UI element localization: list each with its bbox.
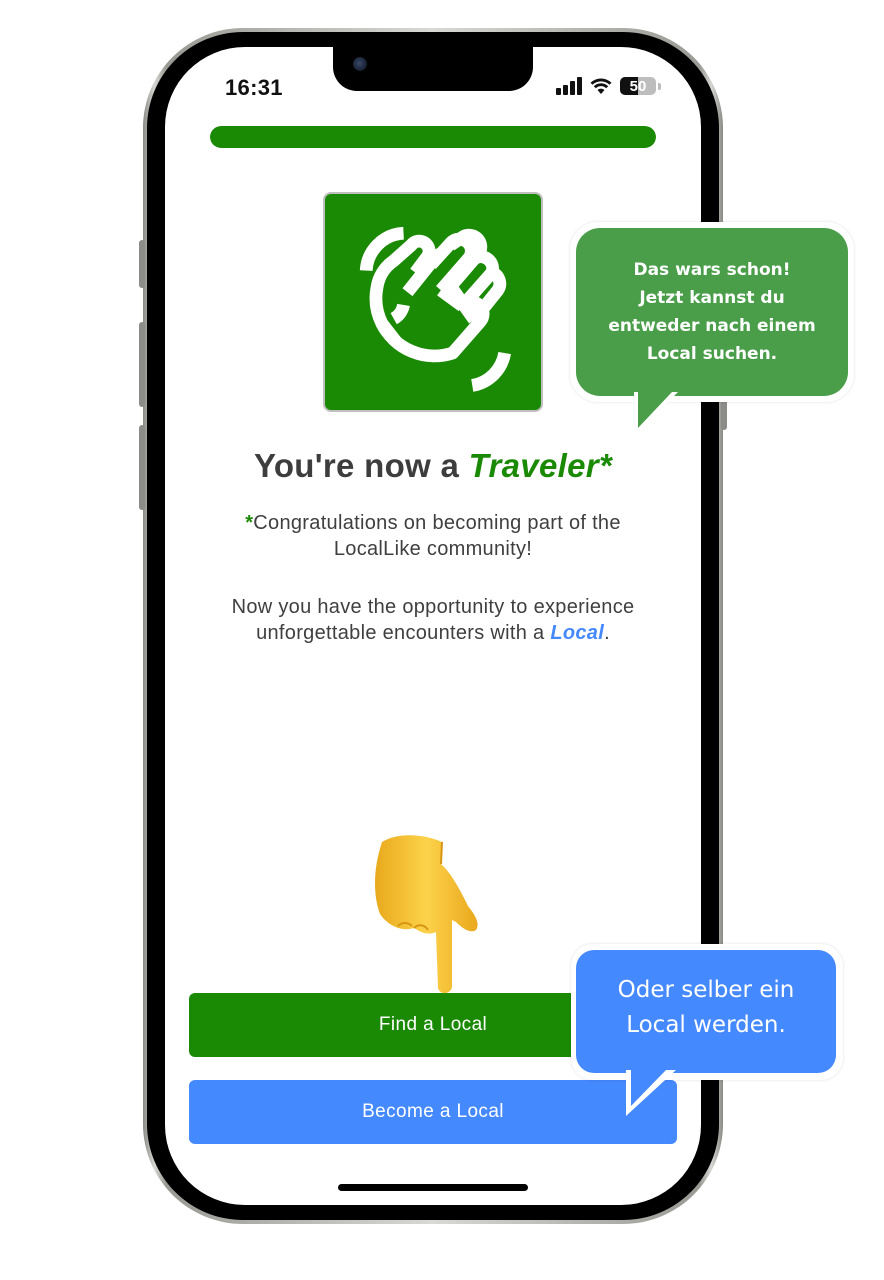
status-icons: 50 — [556, 77, 661, 95]
opportunity-text: Now you have the opportunity to experien… — [185, 594, 681, 646]
onboarding-progress-bar — [210, 126, 656, 148]
callout-line: Oder selber ein — [617, 976, 795, 1003]
callout-line: Jetzt kannst du — [639, 288, 785, 308]
callout-line: Local werden. — [626, 1011, 786, 1038]
opportunity-end: . — [604, 622, 610, 644]
front-camera — [353, 57, 367, 71]
battery-tip — [658, 82, 661, 90]
callout-line: Local suchen. — [646, 344, 778, 364]
headline-prefix: You're now a — [253, 447, 469, 484]
notch — [333, 47, 533, 91]
battery-percent: 50 — [629, 77, 647, 95]
app-logo — [323, 192, 543, 412]
wifi-icon — [590, 78, 612, 94]
callout-line: entweder nach einem — [608, 316, 816, 336]
status-time: 16:31 — [225, 75, 283, 100]
waving-hand-icon — [359, 226, 511, 392]
local-highlight: Local — [550, 622, 605, 644]
mute-switch — [139, 240, 145, 288]
become-a-local-button[interactable]: Become a Local — [189, 1080, 677, 1144]
callout-line: Das wars schon! — [633, 260, 791, 280]
hint-callout-find: Das wars schon! Jetzt kannst du entweder… — [570, 222, 854, 402]
backhand-index-pointing-down-icon — [375, 835, 478, 994]
volume-up-button — [139, 322, 145, 407]
progress-fill — [210, 126, 656, 148]
volume-down-button — [139, 425, 145, 510]
battery-icon: 50 — [620, 77, 656, 95]
hint-callout-become-bubble: Oder selber ein Local werden. — [576, 950, 836, 1073]
congratulations-text: *Congratulations on becoming part of the… — [185, 510, 681, 562]
page-title: You're now a Traveler* — [165, 447, 701, 485]
role-highlight: Traveler* — [468, 447, 613, 484]
hint-callout-become-tail — [626, 1070, 676, 1116]
signal-icon — [556, 77, 582, 95]
hint-callout-find-tail — [634, 392, 678, 436]
hint-callout-find-bubble: Das wars schon! Jetzt kannst du entweder… — [576, 228, 848, 396]
home-indicator[interactable] — [338, 1184, 528, 1191]
congratulations-body: Congratulations on becoming part of the … — [253, 512, 621, 560]
hint-callout-become: Oder selber ein Local werden. — [571, 944, 843, 1080]
